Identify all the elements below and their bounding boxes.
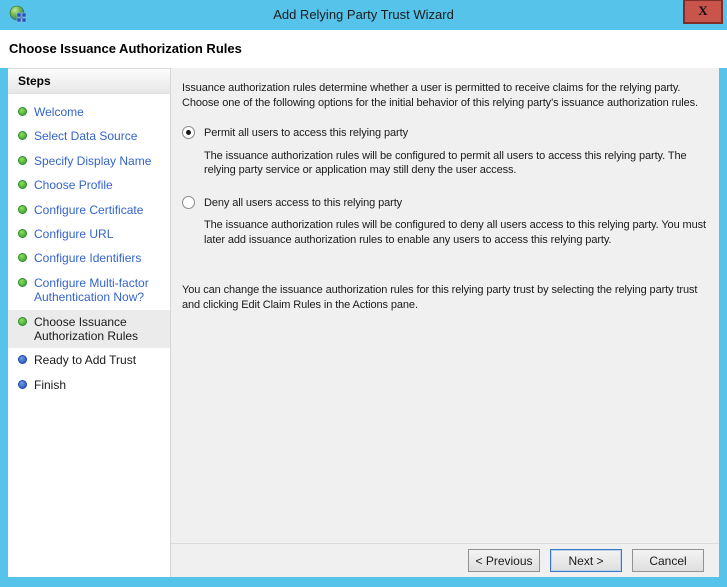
- cancel-button[interactable]: Cancel: [632, 549, 704, 572]
- step-label: Welcome: [34, 105, 84, 119]
- step-upcoming-bullet-icon: [18, 355, 27, 365]
- radio-deny-all-users[interactable]: Deny all users access to this relying pa…: [182, 195, 707, 211]
- steps-sidebar: Steps Welcome Select Data Source Specify…: [8, 68, 171, 577]
- wizard-window: Add Relying Party Trust Wizard X Choose …: [0, 0, 727, 587]
- step-item-choose-issuance-authorization-rules[interactable]: Choose Issuance Authorization Rules: [8, 309, 170, 349]
- step-upcoming-bullet-icon: [18, 379, 27, 389]
- steps-header: Steps: [8, 68, 170, 94]
- step-label: Configure URL: [34, 226, 114, 241]
- step-label: Choose Issuance Authorization Rules: [34, 314, 139, 343]
- step-label: Select Data Source: [34, 129, 138, 144]
- close-button[interactable]: X: [683, 0, 723, 24]
- step-completed-bullet-icon: [18, 228, 27, 238]
- radio-unselected-icon[interactable]: [182, 195, 195, 209]
- step-item-finish: Finish: [8, 373, 170, 397]
- window-title: Add Relying Party Trust Wizard: [273, 7, 454, 22]
- button-bar: < Previous Next > Cancel: [171, 543, 719, 577]
- previous-button[interactable]: < Previous: [468, 549, 540, 572]
- radio-permit-all-users[interactable]: Permit all users to access this relying …: [182, 126, 707, 141]
- step-item-configure-identifiers[interactable]: Configure Identifiers: [8, 246, 170, 270]
- step-completed-bullet-icon: [18, 180, 27, 190]
- radio-selected-icon[interactable]: [182, 126, 195, 140]
- step-label: Specify Display Name: [34, 153, 152, 168]
- step-completed-bullet-icon: [18, 107, 27, 116]
- close-icon: X: [698, 3, 708, 18]
- step-label: Ready to Add Trust: [34, 353, 137, 368]
- step-label: Choose Profile: [34, 178, 113, 193]
- step-label: Finish: [34, 377, 67, 392]
- step-completed-bullet-icon: [18, 131, 27, 141]
- step-item-choose-profile[interactable]: Choose Profile: [8, 173, 170, 197]
- body-area: Steps Welcome Select Data Source Specify…: [8, 68, 719, 577]
- step-completed-bullet-icon: [18, 155, 27, 165]
- step-item-configure-multifactor[interactable]: Configure Multi-factor Authentication No…: [8, 271, 170, 310]
- steps-list: Welcome Select Data Source Specify Displ…: [8, 94, 170, 397]
- step-item-configure-url[interactable]: Configure URL: [8, 222, 170, 246]
- step-completed-bullet-icon: [18, 277, 27, 287]
- step-completed-bullet-icon: [18, 204, 27, 214]
- page-title: Choose Issuance Authorization Rules: [9, 41, 242, 56]
- deny-description: The issuance authorization rules will be…: [204, 219, 706, 246]
- intro-line-2: Choose one of the following options for …: [182, 96, 698, 109]
- step-item-specify-display-name[interactable]: Specify Display Name: [8, 149, 170, 173]
- titlebar: Add Relying Party Trust Wizard X: [0, 0, 727, 30]
- option-permit: Permit all users to access this relying …: [182, 126, 707, 178]
- next-button[interactable]: Next >: [550, 549, 622, 572]
- step-label: Configure Certificate: [34, 202, 144, 217]
- content-pane: Issuance authorization rules determine w…: [171, 68, 719, 577]
- step-label: Configure Identifiers: [34, 251, 142, 266]
- step-completed-bullet-icon: [18, 253, 27, 263]
- step-current-bullet-icon: [18, 316, 27, 326]
- step-item-configure-certificate[interactable]: Configure Certificate: [8, 198, 170, 222]
- intro-line-1: Issuance authorization rules determine w…: [182, 82, 681, 94]
- step-item-select-data-source[interactable]: Select Data Source: [8, 124, 170, 148]
- intro-text: Issuance authorization rules determine w…: [182, 81, 707, 110]
- step-label: Configure Multi-factor Authentication No…: [34, 275, 149, 305]
- change-rules-note: You can change the issuance authorizatio…: [182, 284, 698, 311]
- step-item-welcome[interactable]: Welcome: [8, 100, 170, 124]
- radio-permit-label: Permit all users to access this relying …: [204, 127, 408, 140]
- permit-description: The issuance authorization rules will be…: [204, 149, 687, 177]
- radio-deny-label: Deny all users access to this relying pa…: [204, 196, 403, 209]
- header-band: Choose Issuance Authorization Rules: [0, 30, 727, 68]
- step-item-ready-to-add-trust: Ready to Add Trust: [8, 348, 170, 372]
- option-deny: Deny all users access to this relying pa…: [182, 195, 707, 248]
